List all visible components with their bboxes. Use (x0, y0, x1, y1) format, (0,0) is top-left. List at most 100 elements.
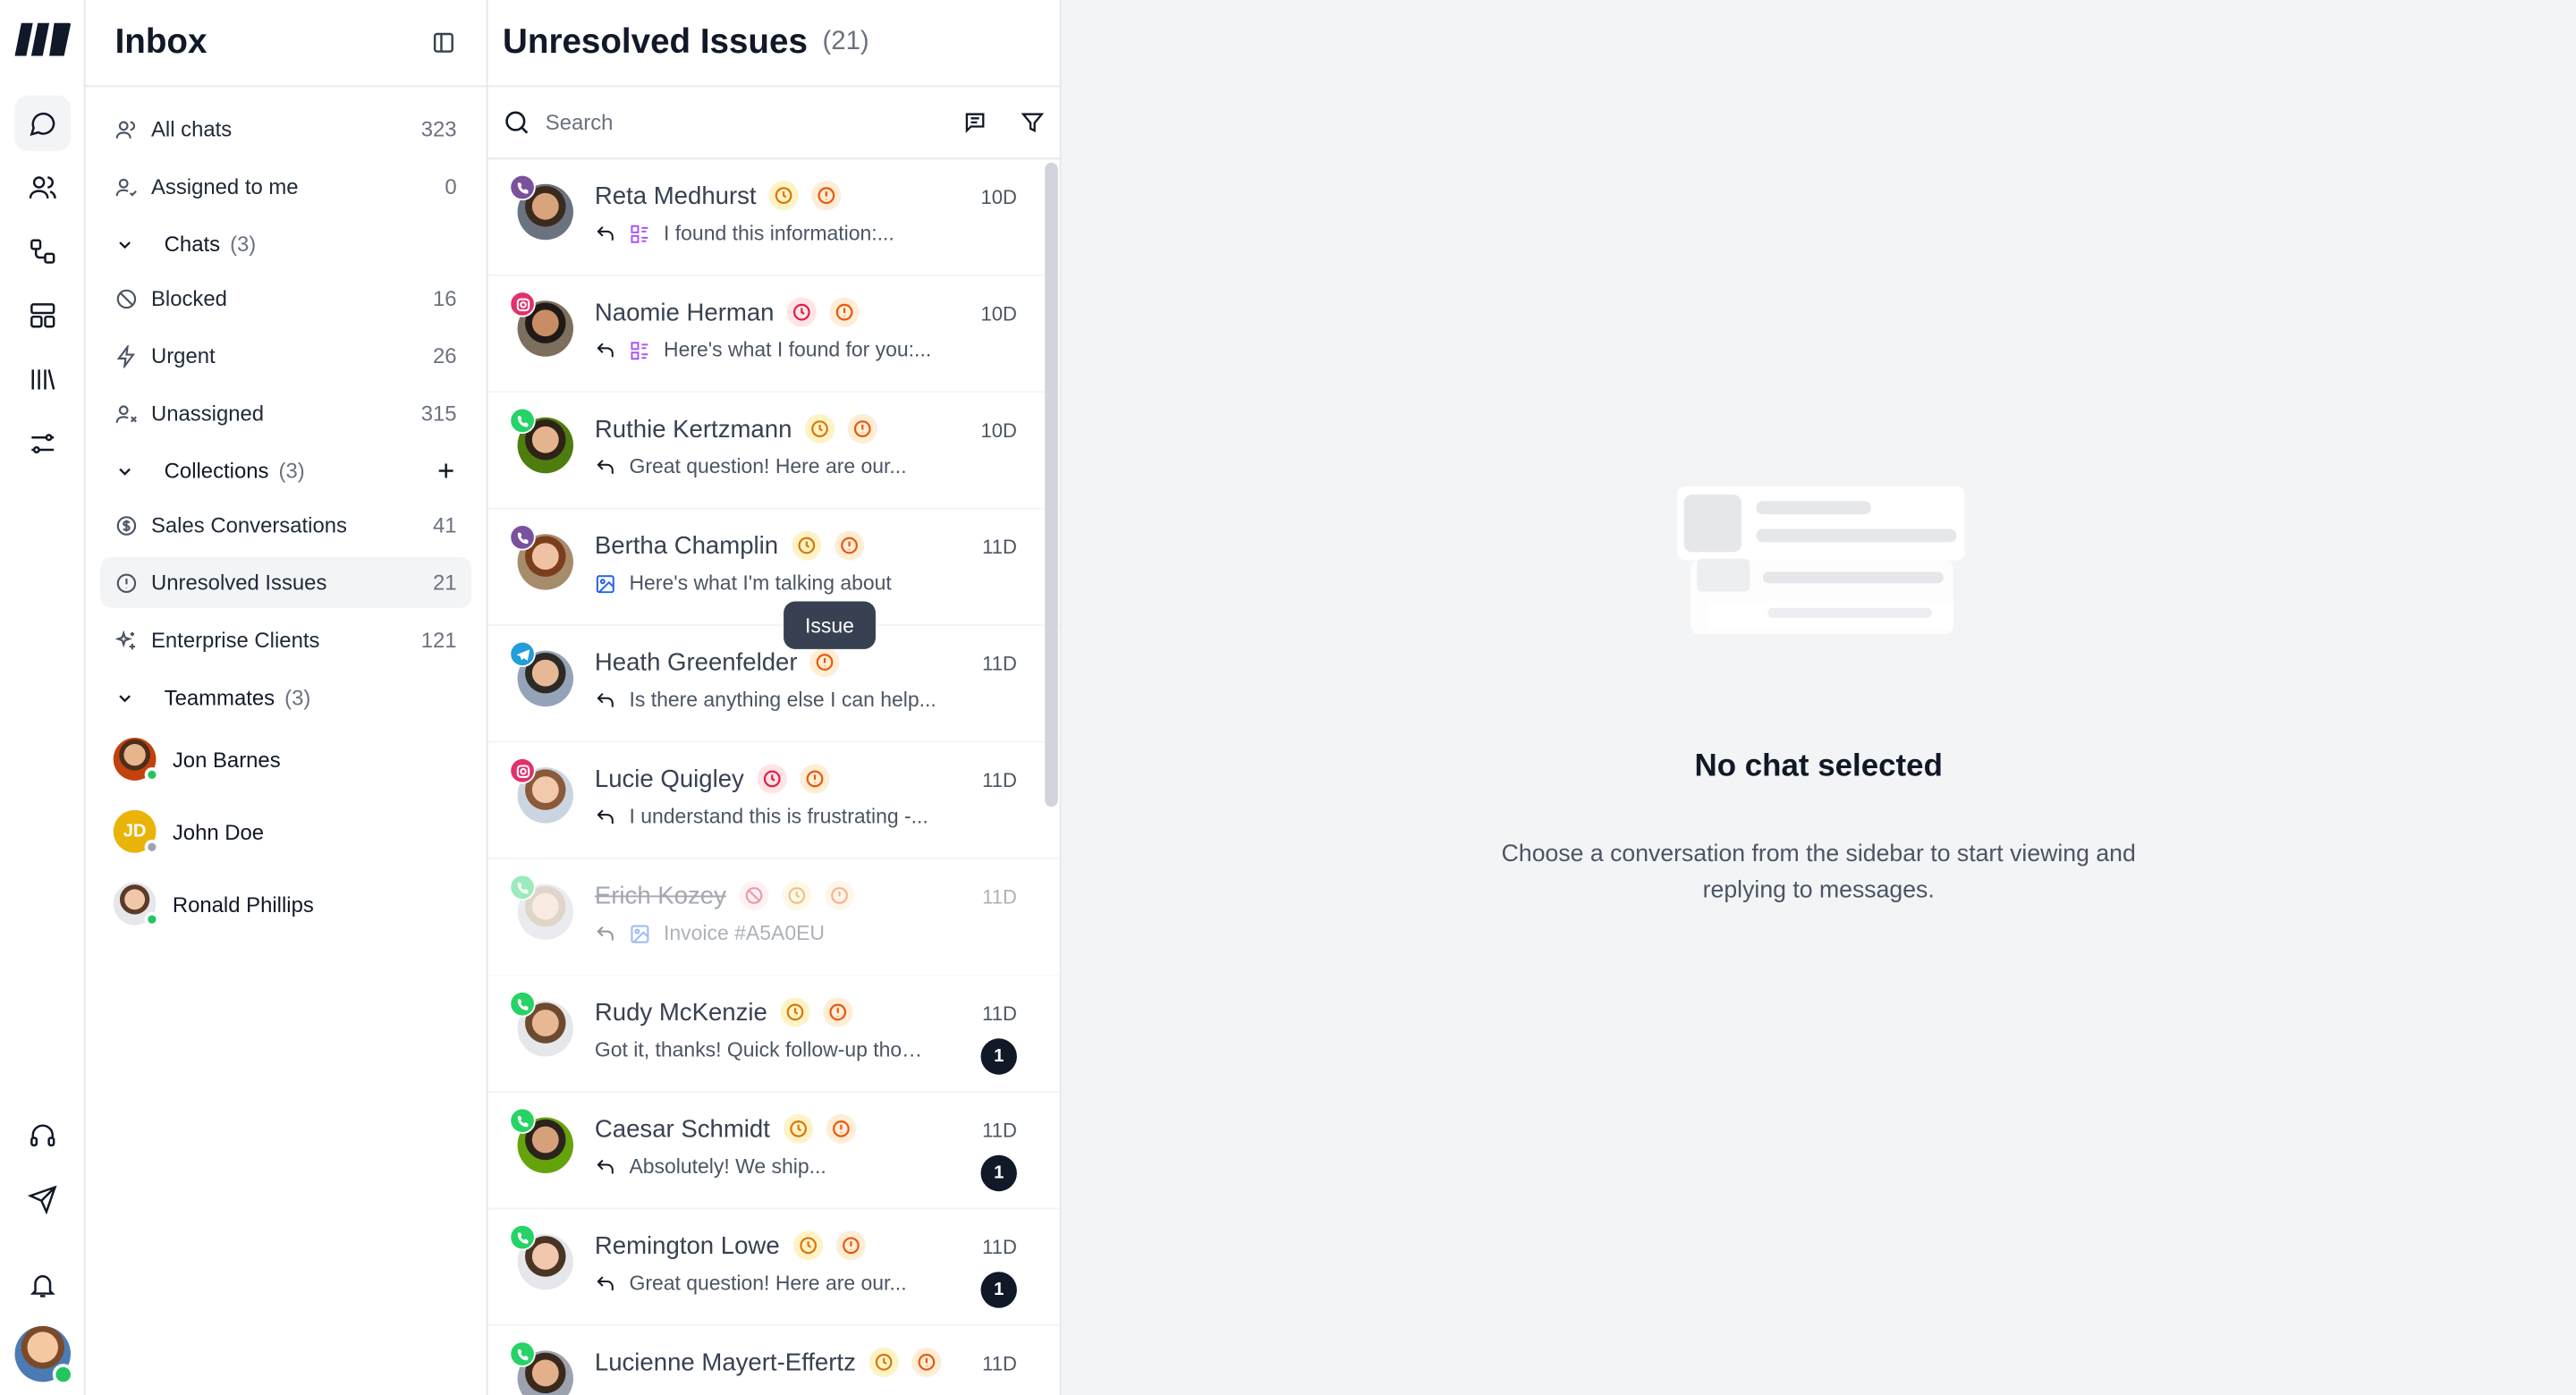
chat-row[interactable]: Erich Kozey Invoice #A5A0EU 11D (487, 859, 1060, 976)
chat-row[interactable]: Naomie Herman Here's what I found for yo… (487, 276, 1060, 393)
group-label: Teammates (164, 685, 275, 710)
chat-row[interactable]: Rudy McKenzie Got it, thanks! Quick foll… (487, 976, 1060, 1093)
issue-alert-icon[interactable] (829, 297, 860, 327)
message-preview: Invoice #A5A0EU (664, 921, 825, 945)
filter-icon[interactable] (1021, 110, 1046, 135)
nav-blocked[interactable]: Blocked 16 (100, 273, 471, 324)
rail-workflows-button[interactable] (14, 224, 70, 279)
teammate-john-doe[interactable]: JD John Doe (100, 799, 471, 865)
form-icon (631, 341, 648, 359)
snooze-clock-icon[interactable] (780, 997, 810, 1027)
issue-alert-icon[interactable] (800, 764, 830, 794)
scrollbar[interactable] (1045, 162, 1058, 807)
nav-enterprise-clients[interactable]: Enterprise Clients 121 (100, 614, 471, 665)
rail-library-button[interactable] (14, 351, 70, 407)
nav-assigned-to-me[interactable]: Assigned to me 0 (100, 161, 471, 212)
chat-row[interactable]: Bertha Champlin Here's what I'm talking … (487, 510, 1060, 627)
inbox-title: Inbox (114, 22, 208, 61)
rail-notifications-button[interactable] (15, 1257, 71, 1313)
add-collection-icon[interactable] (436, 461, 457, 482)
chat-row[interactable]: Caesar Schmidt Absolutely! We ship... 11… (487, 1093, 1060, 1210)
message-lines-icon[interactable] (962, 110, 987, 135)
issue-alert-icon[interactable] (911, 1347, 942, 1377)
search-input[interactable] (545, 110, 930, 135)
snooze-clock-icon[interactable] (769, 181, 800, 211)
chat-row[interactable]: Lucienne Mayert-Effertz 11D (487, 1326, 1059, 1395)
reply-icon (597, 225, 614, 240)
chat-row[interactable]: Heath Greenfelder Is there anything else… (487, 626, 1060, 743)
app-logo-icon[interactable] (13, 20, 71, 59)
chat-time: 10D (980, 302, 1017, 326)
message-preview: Here's what I'm talking about (629, 571, 892, 596)
issue-alert-icon[interactable] (826, 1113, 856, 1144)
layout-icon (30, 303, 55, 328)
chat-time: 11D (982, 768, 1017, 792)
instagram-icon (509, 291, 536, 317)
avatar: JD (113, 809, 160, 855)
issue-alert-icon[interactable] (835, 1230, 866, 1261)
nav-urgent[interactable]: Urgent 26 (100, 330, 471, 381)
snooze-clock-icon[interactable] (869, 1347, 899, 1377)
whatsapp-icon (509, 1107, 536, 1134)
message-preview: Great question! Here are our... (629, 1272, 907, 1295)
rail-contacts-button[interactable] (14, 159, 70, 215)
contact-avatar (509, 874, 574, 941)
group-teammates-toggle[interactable]: Teammates (3) (100, 672, 471, 723)
user-check-icon (115, 177, 137, 196)
issue-alert-icon[interactable] (825, 880, 855, 910)
snooze-clock-icon[interactable] (782, 880, 812, 910)
rail-settings-button[interactable] (14, 416, 70, 471)
chat-row[interactable]: Remington Lowe Great question! Here are … (487, 1209, 1060, 1326)
reply-icon (597, 459, 614, 473)
issue-alert-icon[interactable] (812, 181, 843, 211)
contact-avatar (509, 640, 574, 707)
contact-name: Bertha Champlin (594, 531, 779, 560)
message-preview: Is there anything else I can help... (629, 688, 936, 712)
chat-row[interactable]: Reta Medhurst I found this information:.… (487, 159, 1060, 276)
nav-label: Enterprise Clients (150, 627, 320, 653)
issue-alert-icon[interactable] (823, 997, 853, 1027)
collapse-sidebar-icon[interactable] (430, 30, 456, 55)
chat-time: 11D (982, 652, 1017, 676)
issue-alert-icon[interactable] (834, 530, 864, 561)
teammate-jon-barnes[interactable]: Jon Barnes (100, 726, 471, 792)
group-label: Collections (164, 458, 269, 484)
group-collections-toggle[interactable]: Collections (3) (100, 445, 471, 496)
users-icon (28, 176, 55, 199)
snooze-clock-icon[interactable] (792, 1230, 823, 1261)
nav-label: Urgent (150, 343, 216, 368)
snooze-clock-icon[interactable] (757, 764, 787, 794)
nav-all-chats[interactable]: All chats 323 (100, 104, 471, 155)
snooze-clock-icon[interactable] (783, 1113, 813, 1144)
issue-alert-icon[interactable] (847, 414, 877, 444)
blocked-icon[interactable] (739, 880, 769, 910)
chevron-down-icon (119, 694, 131, 702)
nav-sales-conversations[interactable]: Sales Conversations 41 (100, 500, 471, 551)
reply-icon (597, 1275, 614, 1290)
contact-name: Remington Lowe (594, 1231, 780, 1260)
snooze-clock-icon[interactable] (805, 414, 835, 444)
user-x-icon (115, 404, 137, 422)
empty-state-title: No chat selected (1694, 748, 1943, 784)
group-count: (3) (284, 685, 311, 710)
chat-time: 11D (982, 1119, 1017, 1143)
chat-row[interactable]: Ruthie Kertzmann Great question! Here ar… (487, 393, 1060, 510)
app-rail (0, 0, 86, 1395)
chat-row[interactable]: Lucie Quigley I understand this is frust… (487, 743, 1060, 860)
nav-unassigned[interactable]: Unassigned 315 (100, 388, 471, 439)
snooze-clock-icon[interactable] (787, 297, 818, 327)
current-user-avatar[interactable] (14, 1325, 74, 1386)
tooltip: Issue (784, 601, 876, 649)
chevron-down-icon (119, 241, 131, 249)
issue-alert-icon[interactable] (810, 647, 841, 678)
rail-templates-button[interactable] (14, 288, 70, 343)
whatsapp-icon (509, 1223, 536, 1251)
teammate-ronald-phillips[interactable]: Ronald Phillips (100, 871, 471, 937)
nav-unresolved-issues[interactable]: Unresolved Issues 21 (100, 556, 472, 608)
rail-send-button[interactable] (15, 1171, 71, 1227)
snooze-clock-icon[interactable] (791, 530, 821, 561)
rail-chats-button[interactable] (13, 95, 71, 152)
rail-support-button[interactable] (15, 1107, 71, 1162)
group-chats-toggle[interactable]: Chats (3) (100, 218, 471, 269)
contact-name: Erich Kozey (594, 881, 726, 910)
